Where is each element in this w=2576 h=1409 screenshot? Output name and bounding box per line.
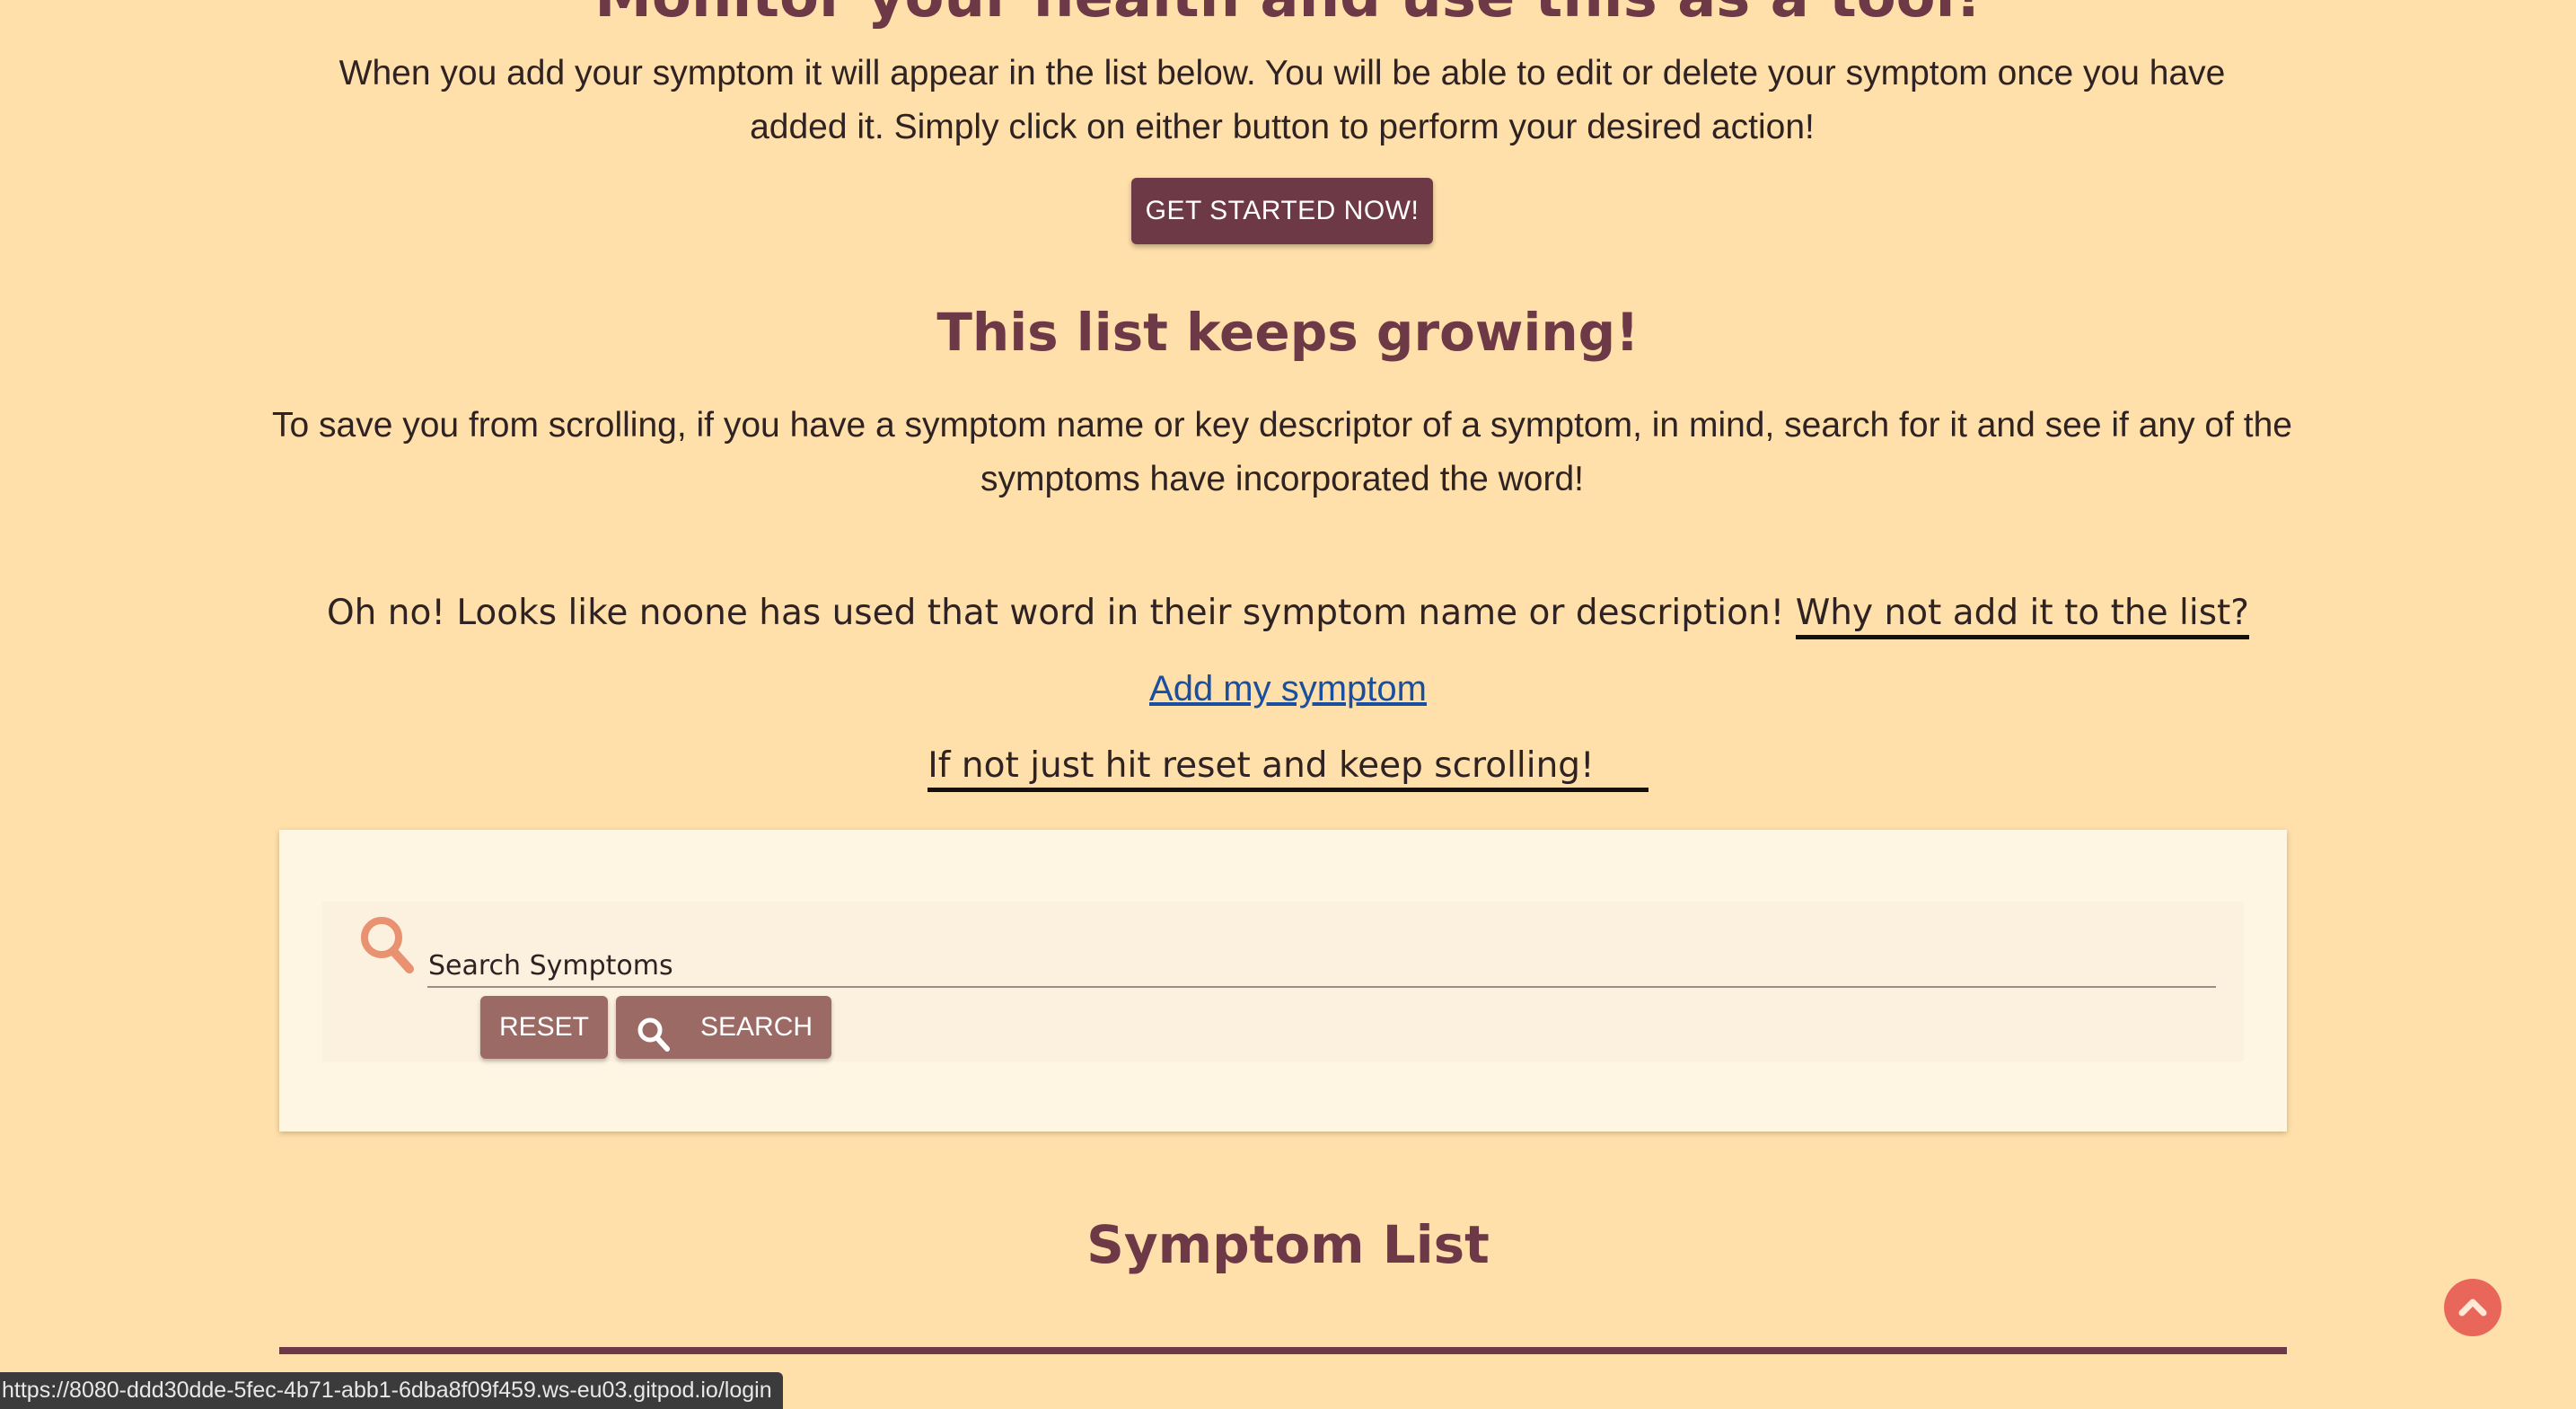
search-card: Search Symptoms RESET SEARCH: [279, 830, 2287, 1132]
search-icon: [637, 1017, 670, 1052]
search-icon: [361, 917, 414, 973]
add-symptom-link[interactable]: Add my symptom: [1149, 669, 1427, 709]
search-section-heading: This list keeps growing!: [936, 302, 1640, 363]
search-label: Search Symptoms: [428, 950, 673, 982]
search-form: Search Symptoms RESET SEARCH: [322, 902, 2244, 1061]
search-button-label: SEARCH: [700, 1012, 813, 1042]
page: Monitor your health and use this as a to…: [0, 0, 2576, 1409]
no-result-message: Oh no! Looks like noone has used that wo…: [0, 593, 2576, 639]
reset-hint: If not just hit reset and keep scrolling…: [0, 745, 2576, 792]
no-result-suggestion: Why not add it to the list?: [1795, 593, 2250, 639]
add-symptom-link-wrapper: Add my symptom: [0, 669, 2576, 709]
search-intro-text: To save you from scrolling, if you have …: [272, 406, 2292, 498]
symptom-list-divider: [279, 1347, 2287, 1354]
back-to-top-button[interactable]: [2444, 1279, 2501, 1336]
no-result-text: Oh no! Looks like noone has used that wo…: [326, 593, 1785, 633]
search-input[interactable]: [427, 982, 2216, 988]
page-heading: Monitor your health and use this as a to…: [0, 0, 2576, 31]
intro-text: When you add your symptom it will appear…: [338, 54, 2226, 146]
get-started-button[interactable]: GET STARTED NOW!: [1131, 178, 1433, 244]
status-bar-url: https://8080-ddd30dde-5fec-4b71-abb1-6db…: [0, 1372, 783, 1409]
reset-button[interactable]: RESET: [480, 996, 608, 1059]
symptom-list-heading: Symptom List: [1086, 1214, 1490, 1275]
chevron-up-icon: [2458, 1299, 2487, 1317]
reset-hint-text: If not just hit reset and keep scrolling…: [928, 745, 1648, 792]
search-button[interactable]: SEARCH: [616, 996, 831, 1059]
